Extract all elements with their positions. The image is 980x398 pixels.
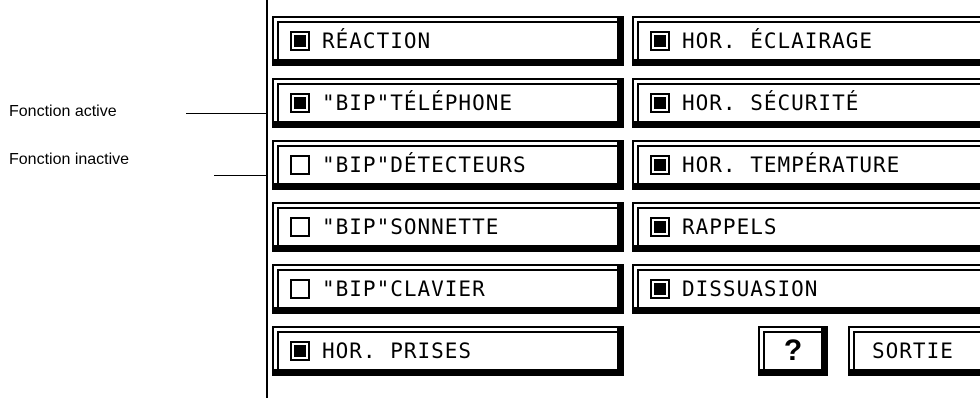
option-rappels-button[interactable]: RAPPELS [632, 202, 980, 252]
option-label: "BIP"SONNETTE [322, 214, 500, 239]
checkbox-checked [650, 93, 670, 113]
checkbox-checked [650, 279, 670, 299]
option-hor-prises-button[interactable]: HOR. PRISES [272, 326, 624, 376]
option-label: HOR. TEMPÉRATURE [682, 152, 901, 177]
annotation-active: Fonction active [9, 103, 117, 120]
option-label: HOR. PRISES [322, 338, 473, 363]
checkbox-checked [290, 341, 310, 361]
option-hor-eclairage-button[interactable]: HOR. ÉCLAIRAGE [632, 16, 980, 66]
option-bip-telephone-button[interactable]: "BIP"TÉLÉPHONE [272, 78, 624, 128]
checkbox-checked [650, 31, 670, 51]
option-bip-detecteurs-button[interactable]: "BIP"DÉTECTEURS [272, 140, 624, 190]
checkbox-unchecked [290, 155, 310, 175]
annotation-inactive: Fonction inactive [9, 151, 130, 168]
option-bip-clavier-button[interactable]: "BIP"CLAVIER [272, 264, 624, 314]
checkbox-checked [290, 31, 310, 51]
option-reaction-button[interactable]: RÉACTION [272, 16, 624, 66]
option-label: HOR. ÉCLAIRAGE [682, 28, 874, 53]
device-screen: RÉACTION "BIP"TÉLÉPHONE "BIP"DÉTECTEURS … [266, 0, 980, 398]
option-label: DISSUASION [682, 276, 819, 301]
option-label: HOR. SÉCURITÉ [682, 90, 860, 115]
checkbox-unchecked [290, 279, 310, 299]
checkbox-checked [650, 155, 670, 175]
exit-label: SORTIE [872, 338, 954, 363]
checkbox-unchecked [290, 217, 310, 237]
option-label: RAPPELS [682, 214, 778, 239]
option-label: "BIP"TÉLÉPHONE [322, 90, 514, 115]
option-dissuasion-button[interactable]: DISSUASION [632, 264, 980, 314]
exit-button[interactable]: SORTIE [848, 326, 980, 376]
help-button[interactable]: ? [758, 326, 828, 376]
help-icon: ? [783, 334, 803, 367]
option-bip-sonnette-button[interactable]: "BIP"SONNETTE [272, 202, 624, 252]
option-label: RÉACTION [322, 28, 432, 53]
checkbox-checked [650, 217, 670, 237]
checkbox-checked [290, 93, 310, 113]
option-label: "BIP"DÉTECTEURS [322, 152, 527, 177]
option-hor-securite-button[interactable]: HOR. SÉCURITÉ [632, 78, 980, 128]
option-hor-temperature-button[interactable]: HOR. TEMPÉRATURE [632, 140, 980, 190]
option-label: "BIP"CLAVIER [322, 276, 486, 301]
